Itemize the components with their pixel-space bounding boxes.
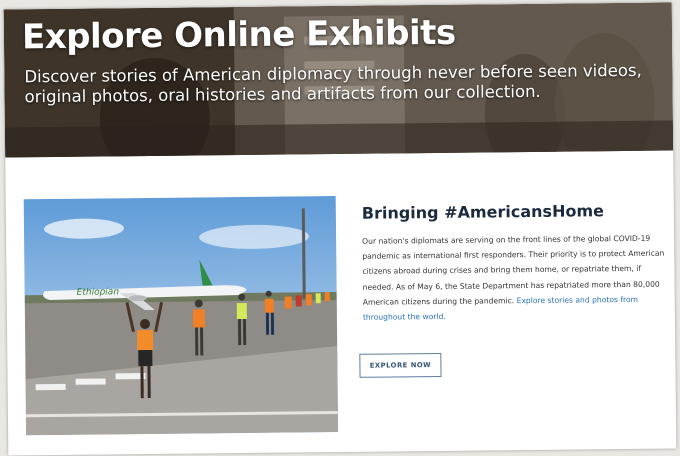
explore-now-button[interactable]: EXPLORE NOW	[359, 352, 442, 378]
feature-title: Bringing #AmericansHome	[361, 201, 605, 223]
feature-image[interactable]: Ethiopian	[23, 196, 339, 436]
hero-title: Explore Online Exhibits	[21, 12, 456, 58]
airport-photo: Ethiopian	[23, 196, 339, 436]
airline-logo-text: Ethiopian	[77, 287, 120, 297]
page-sheet: Explore Online Exhibits Discover stories…	[3, 2, 677, 456]
feature-description: Our nation's diplomats are serving on th…	[362, 231, 667, 325]
hero-banner: Explore Online Exhibits Discover stories…	[3, 2, 674, 158]
hero-subtitle: Discover stories of American diplomacy t…	[24, 60, 642, 107]
